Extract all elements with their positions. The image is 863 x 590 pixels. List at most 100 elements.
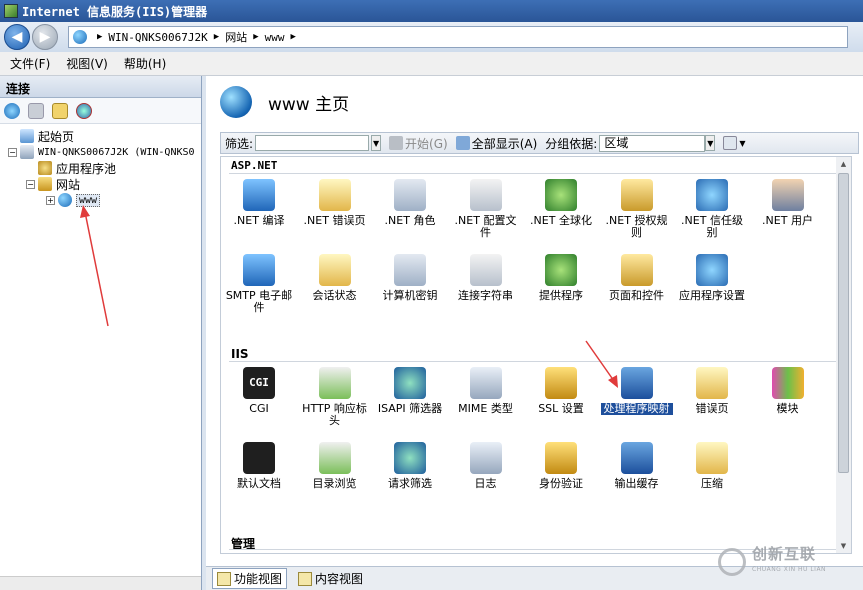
content-view-icon [298, 571, 313, 586]
disconnect-icon[interactable] [76, 102, 92, 119]
back-button[interactable]: ◀ [4, 24, 30, 50]
group-by: 分组依据: 区域 ▼ [545, 134, 716, 152]
feature-providers[interactable]: 提供程序 [525, 254, 597, 302]
connect-globe-icon[interactable] [4, 102, 20, 119]
mime-types-icon [469, 367, 502, 399]
tree-horizontal-scrollbar[interactable] [0, 576, 201, 590]
connections-header: 连接 [0, 76, 201, 98]
feature-net-users[interactable]: .NET 用户 [752, 179, 824, 227]
scroll-up-icon[interactable]: ▲ [836, 157, 851, 171]
tab-features-view[interactable]: 功能视图 [212, 568, 288, 589]
feature-net-profile[interactable]: .NET 配置文件 [450, 179, 522, 239]
section-aspnet: ASP.NET [231, 159, 278, 172]
feature-output-caching[interactable]: 输出缓存 [601, 442, 673, 490]
group-by-select[interactable]: 区域 [599, 134, 706, 152]
feature-net-error-pages[interactable]: .NET 错误页 [299, 179, 371, 227]
feature-logging[interactable]: 日志 [450, 442, 522, 490]
tree-item-server[interactable]: − WIN-QNKS0067J2K (WIN-QNKS0 [0, 144, 201, 160]
watermark-text: 创新互联 CHUANG XIN HU LIAN [752, 546, 826, 578]
start-filter-button[interactable]: 开始(G) [389, 135, 448, 152]
features-view-icon [217, 571, 231, 586]
feature-label: .NET 用户 [762, 214, 813, 227]
feature-net-authorization-rules[interactable]: .NET 授权规则 [601, 179, 673, 239]
feature-application-settings[interactable]: 应用程序设置 [676, 254, 748, 302]
modules-icon [771, 367, 804, 399]
feature-net-trust-levels[interactable]: .NET 信任级别 [676, 179, 748, 239]
save-icon[interactable] [28, 102, 44, 119]
connections-toolbar [0, 98, 201, 124]
isapi-filters-icon [394, 367, 426, 399]
net-trust-levels-icon [696, 179, 728, 211]
feature-authentication[interactable]: 身份验证 [525, 442, 597, 490]
feature-net-roles[interactable]: .NET 角色 [374, 179, 446, 227]
filter-dropdown-icon[interactable]: ▼ [371, 135, 382, 151]
up-folder-icon[interactable] [52, 102, 68, 119]
feature-label: 输出缓存 [614, 477, 659, 490]
error-pages-icon [696, 367, 728, 399]
breadcrumb-sites[interactable]: 网站 [225, 29, 247, 45]
page-title: www 主页 [268, 94, 350, 115]
breadcrumb-separator: ▶ [253, 32, 259, 42]
forward-button[interactable]: ▶ [32, 24, 58, 50]
feature-ssl-settings[interactable]: SSL 设置 [525, 367, 597, 415]
menu-help[interactable]: 帮助(H) [124, 55, 166, 72]
tab-label: 内容视图 [315, 572, 364, 586]
feature-connection-strings[interactable]: 连接字符串 [450, 254, 522, 302]
feature-label: 会话状态 [312, 289, 357, 302]
start-page-icon [20, 129, 34, 143]
default-document-icon [243, 442, 275, 474]
feature-directory-browsing[interactable]: 目录浏览 [299, 442, 371, 490]
cgi-icon: CGI [243, 367, 275, 399]
feature-default-document[interactable]: 默认文档 [223, 442, 295, 490]
section-iis: IIS [231, 347, 249, 361]
feature-session-state[interactable]: 会话状态 [299, 254, 371, 302]
address-bar: ◀ ▶ ▶ WIN-QNKS0067J2K ▶ 网站 ▶ www ▶ [0, 22, 863, 52]
features-vertical-scrollbar[interactable]: ▲ ▼ [836, 156, 852, 554]
compression-icon [696, 442, 728, 474]
feature-mime-types[interactable]: MIME 类型 [450, 367, 522, 415]
feature-request-filtering[interactable]: 请求筛选 [374, 442, 446, 490]
expand-icon[interactable]: + [46, 195, 55, 205]
tree-item-www[interactable]: + www [0, 192, 201, 208]
page-header: www 主页 [206, 76, 863, 128]
collapse-icon[interactable]: − [26, 179, 35, 189]
application-settings-icon [696, 254, 728, 286]
filter-input[interactable] [255, 135, 370, 151]
feature-compression[interactable]: 压缩 [676, 442, 748, 490]
feature-label: .NET 授权规则 [605, 214, 668, 239]
collapse-icon[interactable]: − [8, 147, 17, 157]
show-all-button[interactable]: 全部显示(A) [455, 135, 537, 152]
feature-isapi-filters[interactable]: ISAPI 筛选器 [374, 367, 446, 415]
feature-error-pages[interactable]: 错误页 [676, 367, 748, 415]
group-by-label: 分组依据: [545, 136, 598, 151]
group-by-dropdown-icon[interactable]: ▼ [705, 135, 716, 151]
feature-http-response-headers[interactable]: HTTP 响应标头 [299, 367, 371, 427]
tree-label: 应用程序池 [56, 161, 117, 176]
feature-label: 默认文档 [237, 477, 281, 490]
tab-content-view[interactable]: 内容视图 [293, 568, 368, 589]
address-breadcrumb[interactable]: ▶ WIN-QNKS0067J2K ▶ 网站 ▶ www ▶ [68, 26, 848, 48]
feature-machine-key[interactable]: 计算机密钥 [374, 254, 446, 302]
tab-label: 功能视图 [234, 572, 283, 586]
tree-item-sites[interactable]: − 网站 [0, 176, 201, 192]
feature-label: HTTP 响应标头 [302, 402, 367, 427]
feature-cgi[interactable]: CGI CGI [223, 367, 295, 415]
feature-smtp-email[interactable]: SMTP 电子邮件 [223, 254, 295, 314]
menu-view[interactable]: 视图(V) [66, 55, 108, 72]
feature-net-compilation[interactable]: .NET 编译 [223, 179, 295, 227]
feature-label: 错误页 [695, 402, 729, 415]
feature-pages-and-controls[interactable]: 页面和控件 [601, 254, 673, 302]
menu-file[interactable]: 文件(F) [10, 55, 50, 72]
feature-net-globalization[interactable]: .NET 全球化 [525, 179, 597, 227]
filter-label: 筛选: [225, 136, 254, 151]
breadcrumb-server[interactable]: WIN-QNKS0067J2K [108, 31, 207, 44]
scroll-thumb[interactable] [838, 173, 849, 473]
feature-modules[interactable]: 模块 [752, 367, 824, 415]
tree-item-start-page[interactable]: 起始页 [0, 128, 201, 144]
feature-handler-mappings[interactable]: 处理程序映射 [600, 367, 673, 415]
view-mode-button[interactable]: ▼ [723, 136, 746, 150]
pages-and-controls-icon [620, 254, 653, 286]
feature-label: CGI [249, 402, 269, 415]
breadcrumb-www[interactable]: www [265, 31, 285, 44]
tree-item-app-pools[interactable]: 应用程序池 [0, 160, 201, 176]
